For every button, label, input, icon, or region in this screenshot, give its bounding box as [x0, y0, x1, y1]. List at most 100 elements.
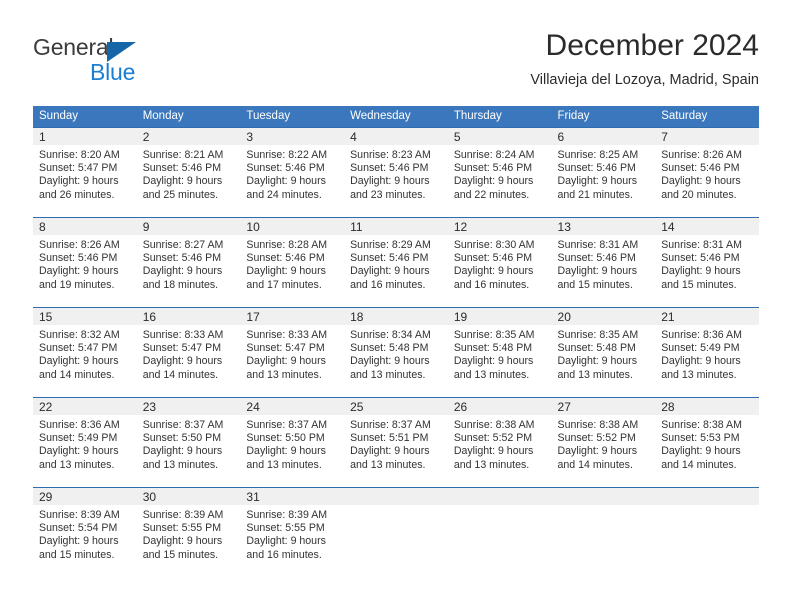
calendar-day-cell[interactable]: 27 Sunrise: 8:38 AM Sunset: 5:52 PM Dayligh… [551, 397, 656, 477]
daylight-duration-line1: Daylight: 9 hours [661, 175, 741, 188]
day-number: 30 [136, 487, 241, 505]
daylight-duration-line2: and 16 minutes. [453, 278, 530, 291]
calendar-day-cell[interactable]: 31 Sunrise: 8:39 AM Sunset: 5:55 PM Dayligh… [240, 487, 345, 567]
sunset-time: Sunset: 5:46 PM [142, 162, 222, 175]
daylight-duration-line2: and 14 minutes. [557, 458, 633, 471]
sunrise-time: Sunrise: 8:37 AM [246, 419, 328, 431]
weekday-header-sunday: Sunday [33, 106, 137, 127]
calendar-day-cell[interactable]: 10 Sunrise: 8:28 AM Sunset: 5:46 PM Dayligh… [240, 217, 345, 297]
daylight-duration-line1: Daylight: 9 hours [661, 355, 741, 368]
day-details: Sunrise: 8:34 AM Sunset: 5:48 PM Daylight:… [344, 325, 448, 382]
logo-text-blue: Blue [90, 59, 136, 85]
calendar-day-cell[interactable]: 4 Sunrise: 8:23 AM Sunset: 5:46 PM Daylight… [344, 127, 448, 207]
daylight-duration-line2: and 17 minutes. [246, 278, 322, 291]
sunset-time: Sunset: 5:47 PM [142, 342, 222, 355]
calendar-day-cell-empty [551, 487, 656, 567]
daylight-duration-line2: and 13 minutes. [350, 368, 426, 381]
calendar-day-cell[interactable]: 11 Sunrise: 8:29 AM Sunset: 5:46 PM Dayligh… [344, 217, 448, 297]
day-number: 27 [551, 397, 656, 415]
calendar-day-cell[interactable]: 19 Sunrise: 8:35 AM Sunset: 5:48 PM Dayligh… [447, 307, 552, 387]
sunrise-time: Sunrise: 8:24 AM [453, 149, 535, 161]
sunset-time: Sunset: 5:48 PM [557, 342, 636, 355]
daylight-duration-line1: Daylight: 9 hours [246, 355, 326, 368]
daylight-duration-line1: Daylight: 9 hours [142, 445, 223, 458]
sunset-time: Sunset: 5:50 PM [246, 432, 325, 445]
day-details: Sunrise: 8:31 AM Sunset: 5:46 PM Daylight:… [552, 235, 656, 292]
daylight-duration-line2: and 15 minutes. [142, 548, 219, 561]
sunrise-time: Sunrise: 8:31 AM [661, 239, 742, 251]
day-details: Sunrise: 8:32 AM Sunset: 5:47 PM Daylight:… [33, 325, 137, 382]
calendar-day-cell[interactable]: 20 Sunrise: 8:35 AM Sunset: 5:48 PM Dayligh… [551, 307, 656, 387]
daylight-duration-line1: Daylight: 9 hours [142, 535, 223, 548]
calendar-day-cell[interactable]: 14 Sunrise: 8:31 AM Sunset: 5:46 PM Dayligh… [655, 217, 759, 297]
calendar-table: Sunday Monday Tuesday Wednesday Thursday… [33, 106, 759, 567]
calendar-day-cell[interactable]: 23 Sunrise: 8:37 AM Sunset: 5:50 PM Dayligh… [136, 397, 241, 477]
weekday-header-tuesday: Tuesday [240, 106, 345, 127]
sunrise-time: Sunrise: 8:39 AM [39, 509, 120, 521]
daylight-duration-line1: Daylight: 9 hours [453, 175, 534, 188]
week-spacer-cell [33, 387, 759, 397]
calendar-day-cell-empty [447, 487, 552, 567]
calendar-day-cell[interactable]: 15 Sunrise: 8:32 AM Sunset: 5:47 PM Dayligh… [33, 307, 137, 387]
calendar-day-cell[interactable]: 22 Sunrise: 8:36 AM Sunset: 5:49 PM Dayligh… [33, 397, 137, 477]
sunrise-time: Sunrise: 8:36 AM [39, 419, 120, 431]
day-number: 22 [33, 397, 137, 415]
sunrise-time: Sunrise: 8:38 AM [557, 419, 639, 431]
calendar-day-cell[interactable]: 26 Sunrise: 8:38 AM Sunset: 5:52 PM Dayligh… [447, 397, 552, 477]
week-spacer [33, 477, 759, 487]
sunrise-time: Sunrise: 8:30 AM [453, 239, 535, 251]
sunset-time: Sunset: 5:52 PM [453, 432, 533, 445]
day-details: Sunrise: 8:26 AM Sunset: 5:46 PM Daylight:… [33, 235, 137, 292]
sunrise-time: Sunrise: 8:32 AM [39, 329, 120, 341]
sunset-time: Sunset: 5:46 PM [661, 252, 740, 265]
day-details: Sunrise: 8:22 AM Sunset: 5:46 PM Daylight:… [240, 145, 344, 202]
calendar-day-cell[interactable]: 5 Sunrise: 8:24 AM Sunset: 5:46 PM Daylight… [447, 127, 552, 207]
sunrise-time: Sunrise: 8:21 AM [142, 149, 224, 161]
daylight-duration-line1: Daylight: 9 hours [350, 355, 430, 368]
day-number: 18 [344, 307, 448, 325]
daylight-duration-line2: and 14 minutes. [661, 458, 737, 471]
sunrise-time: Sunrise: 8:36 AM [661, 329, 742, 341]
sunrise-time: Sunrise: 8:39 AM [142, 509, 224, 521]
calendar-day-cell[interactable]: 9 Sunrise: 8:27 AM Sunset: 5:46 PM Daylight… [136, 217, 241, 297]
sunset-time: Sunset: 5:46 PM [453, 162, 533, 175]
sunset-time: Sunset: 5:47 PM [39, 162, 118, 175]
day-number: 10 [240, 217, 345, 235]
sunset-time: Sunset: 5:46 PM [453, 252, 533, 265]
calendar-day-cell[interactable]: 6 Sunrise: 8:25 AM Sunset: 5:46 PM Daylight… [551, 127, 656, 207]
calendar-day-cell[interactable]: 3 Sunrise: 8:22 AM Sunset: 5:46 PM Daylight… [240, 127, 345, 207]
generalblue-logo[interactable]: General Blue [33, 36, 263, 92]
daylight-duration-line2: and 15 minutes. [661, 278, 737, 291]
calendar-day-cell[interactable]: 30 Sunrise: 8:39 AM Sunset: 5:55 PM Dayligh… [136, 487, 241, 567]
calendar-day-cell[interactable]: 24 Sunrise: 8:37 AM Sunset: 5:50 PM Dayligh… [240, 397, 345, 477]
daylight-duration-line2: and 15 minutes. [557, 278, 633, 291]
calendar-day-cell[interactable]: 12 Sunrise: 8:30 AM Sunset: 5:46 PM Dayligh… [447, 217, 552, 297]
calendar-day-cell[interactable]: 1 Sunrise: 8:20 AM Sunset: 5:47 PM Daylight… [33, 127, 137, 207]
calendar-day-cell[interactable]: 16 Sunrise: 8:33 AM Sunset: 5:47 PM Dayligh… [136, 307, 241, 387]
daylight-duration-line1: Daylight: 9 hours [453, 445, 534, 458]
calendar-day-cell[interactable]: 13 Sunrise: 8:31 AM Sunset: 5:46 PM Dayligh… [551, 217, 656, 297]
calendar-day-cell-empty [344, 487, 448, 567]
day-number: 5 [447, 127, 552, 145]
daylight-duration-line1: Daylight: 9 hours [39, 355, 119, 368]
sunset-time: Sunset: 5:46 PM [350, 252, 429, 265]
day-number: 2 [136, 127, 241, 145]
calendar-day-cell[interactable]: 21 Sunrise: 8:36 AM Sunset: 5:49 PM Dayligh… [655, 307, 759, 387]
daylight-duration-line2: and 16 minutes. [246, 548, 322, 561]
calendar-day-cell[interactable]: 2 Sunrise: 8:21 AM Sunset: 5:46 PM Daylight… [136, 127, 241, 207]
daylight-duration-line2: and 13 minutes. [661, 368, 737, 381]
calendar-day-cell[interactable]: 17 Sunrise: 8:33 AM Sunset: 5:47 PM Dayligh… [240, 307, 345, 387]
calendar-day-cell[interactable]: 25 Sunrise: 8:37 AM Sunset: 5:51 PM Dayligh… [344, 397, 448, 477]
logo-text-general: General [33, 34, 114, 60]
sunrise-time: Sunrise: 8:39 AM [246, 509, 328, 521]
sunrise-time: Sunrise: 8:38 AM [453, 419, 535, 431]
sunrise-time: Sunrise: 8:27 AM [142, 239, 224, 251]
calendar-day-cell[interactable]: 29 Sunrise: 8:39 AM Sunset: 5:54 PM Dayligh… [33, 487, 137, 567]
calendar-day-cell[interactable]: 7 Sunrise: 8:26 AM Sunset: 5:46 PM Daylight… [655, 127, 759, 207]
daylight-duration-line2: and 13 minutes. [142, 458, 219, 471]
daylight-duration-line1: Daylight: 9 hours [39, 445, 119, 458]
calendar-day-cell[interactable]: 18 Sunrise: 8:34 AM Sunset: 5:48 PM Dayligh… [344, 307, 448, 387]
day-details: Sunrise: 8:36 AM Sunset: 5:49 PM Daylight:… [655, 325, 759, 382]
calendar-day-cell[interactable]: 8 Sunrise: 8:26 AM Sunset: 5:46 PM Daylight… [33, 217, 137, 297]
calendar-day-cell[interactable]: 28 Sunrise: 8:38 AM Sunset: 5:53 PM Dayligh… [655, 397, 759, 477]
